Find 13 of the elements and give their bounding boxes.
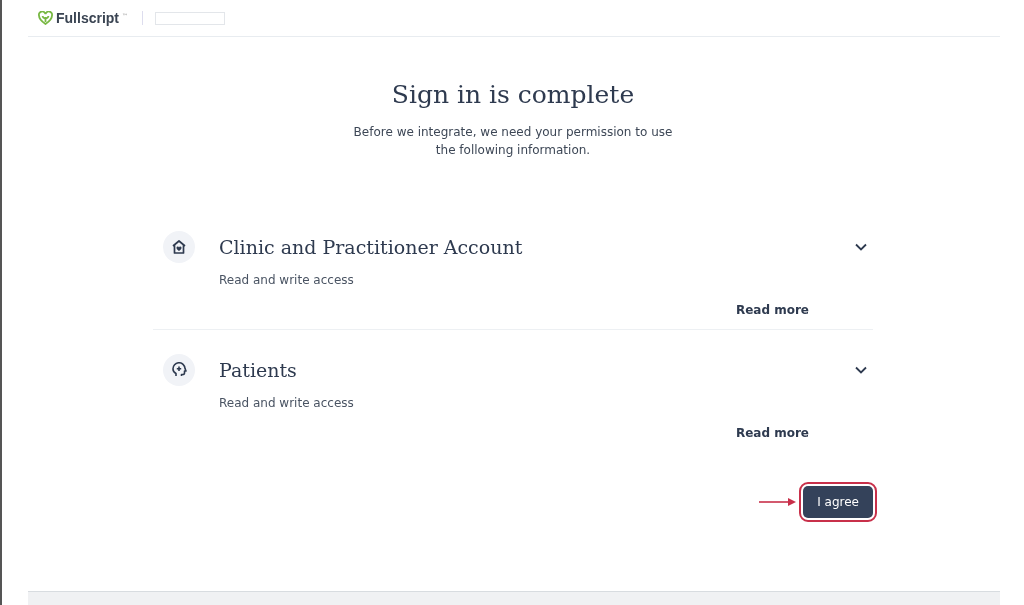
house-heart-icon [171, 239, 187, 255]
head-plus-icon [171, 362, 187, 378]
access-text: Read and write access [219, 273, 355, 287]
leaf-heart-icon [38, 11, 53, 25]
permission-title: Patients [219, 359, 298, 381]
blank-field [155, 11, 225, 25]
page-subtitle: Before we integrate, we need your permission to use the following information. [352, 124, 674, 159]
read-more-link[interactable]: Read more [735, 303, 809, 317]
pointer-arrow [759, 497, 798, 507]
permission-title: Clinic and Practitioner Account [219, 236, 524, 258]
page-title: Sign in is complete [391, 79, 635, 111]
access-text: Read and write access [219, 396, 355, 410]
read-more-link[interactable]: Read more [735, 426, 809, 440]
